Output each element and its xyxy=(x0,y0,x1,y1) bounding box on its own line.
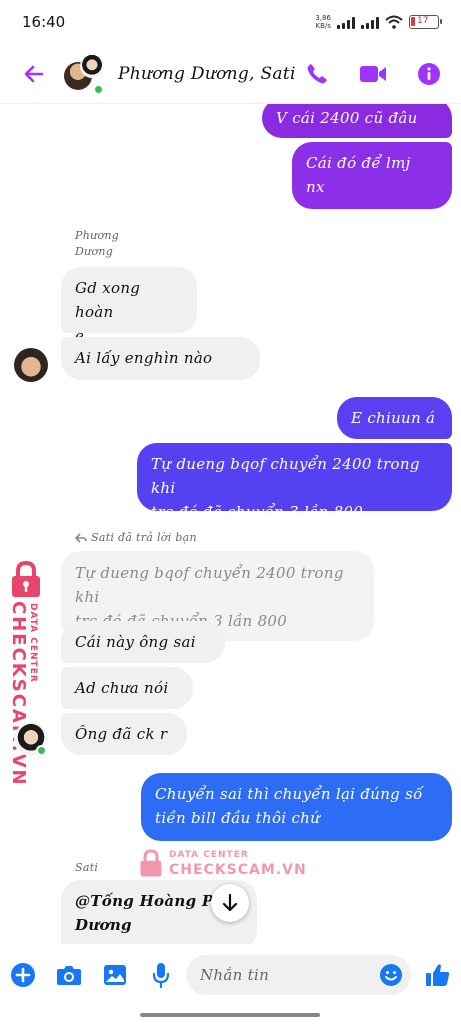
message-text: V cái 2400 cũ đâu xyxy=(276,109,418,127)
sender-avatar[interactable] xyxy=(14,348,48,382)
group-avatar[interactable] xyxy=(62,52,106,96)
status-icons: 3,86 KB/s 17 xyxy=(315,14,442,30)
message-bubble-outgoing[interactable]: Cái đó để lmj nx xyxy=(292,142,452,209)
message-text: Cái đó để lmj xyxy=(306,154,411,172)
message-text: Cái này ông sai xyxy=(75,633,196,651)
lock-icon xyxy=(12,560,40,597)
sender-name: Sati xyxy=(75,861,99,874)
message-bubble-incoming[interactable]: Ad chưa nói xyxy=(61,667,193,709)
message-bubble-outgoing[interactable]: Chuyển sai thì chuyển lại đúng số tiền b… xyxy=(141,773,452,841)
signal-icon xyxy=(337,16,355,29)
wifi-icon xyxy=(385,15,403,29)
phone-call-icon[interactable] xyxy=(305,62,329,86)
message-text: Chuyển sai thì chuyển lại đúng số xyxy=(155,785,423,803)
gallery-button[interactable] xyxy=(92,964,138,986)
message-bubble-outgoing[interactable]: E chiuun á xyxy=(337,397,452,439)
like-button[interactable] xyxy=(415,962,461,988)
message-composer: Nhắn tin xyxy=(0,946,461,1004)
chat-title[interactable]: Phương Dương, Sati xyxy=(118,64,305,84)
message-input-placeholder: Nhắn tin xyxy=(200,966,270,984)
message-text: Ai lấy enghìn nào xyxy=(75,349,213,367)
reply-arrow-icon xyxy=(75,533,87,543)
camera-icon xyxy=(57,966,81,985)
online-indicator xyxy=(93,83,104,95)
watermark-brand: CHECKSCAM.VN xyxy=(8,601,29,787)
message-text: tiền bill đầu thôi chứ xyxy=(155,809,321,827)
scroll-to-bottom-button[interactable] xyxy=(211,884,249,922)
watermark-label: DATA CENTER xyxy=(28,603,38,683)
more-actions-button[interactable] xyxy=(0,962,46,988)
net-speed: 3,86 KB/s xyxy=(315,14,331,30)
message-input[interactable]: Nhắn tin xyxy=(186,955,411,995)
net-speed-unit: KB/s xyxy=(315,22,331,30)
thumbs-up-icon xyxy=(426,964,450,986)
net-speed-value: 3,86 xyxy=(315,14,331,22)
quoted-text: Tự dueng bqof chuyển 2400 trong khi xyxy=(75,564,344,606)
message-bubble-incoming[interactable]: Ai lấy enghìn nào xyxy=(61,337,260,380)
lock-icon xyxy=(140,849,162,877)
image-icon xyxy=(104,965,126,985)
message-bubble-outgoing[interactable]: V cái 2400 cũ đâu xyxy=(262,104,452,138)
status-time: 16:40 xyxy=(22,13,66,31)
home-indicator[interactable] xyxy=(140,1013,320,1017)
arrow-down-icon xyxy=(222,894,238,912)
battery-icon: 17 xyxy=(409,15,442,29)
voice-button[interactable] xyxy=(138,962,184,988)
sender-name: Phương Dương xyxy=(75,229,120,258)
message-text: Tự dueng bqof chuyển 2400 trong khi xyxy=(151,455,420,497)
message-text: E chiuun á xyxy=(351,409,436,427)
message-bubble-incoming[interactable]: Cái này ông sai xyxy=(61,621,225,663)
camera-button[interactable] xyxy=(46,964,92,986)
message-text: Ad chưa nói xyxy=(75,679,169,697)
microphone-icon xyxy=(152,963,170,988)
back-button[interactable] xyxy=(14,54,54,94)
plus-circle-icon xyxy=(11,963,35,987)
message-text: nx xyxy=(306,178,325,196)
status-bar: 16:40 3,86 KB/s 17 xyxy=(0,0,461,44)
chat-header: Phương Dương, Sati xyxy=(0,44,461,104)
reply-indicator: Sati đã trả lời bạn xyxy=(75,530,197,546)
reply-label: Sati đã trả lời bạn xyxy=(91,531,197,544)
avatar-member-2 xyxy=(80,53,104,78)
online-indicator xyxy=(36,745,47,756)
signal-icon-2 xyxy=(361,16,379,29)
watermark-checkscam-side: DATA CENTER CHECKSCAM.VN xyxy=(6,559,50,787)
info-icon[interactable] xyxy=(417,62,441,86)
message-text: Ông đã ck r xyxy=(75,725,168,743)
message-bubble-incoming[interactable]: Ông đã ck r xyxy=(61,713,187,755)
message-bubble-incoming[interactable]: Gd xong hoàn e xyxy=(61,267,197,345)
watermark-brand: CHECKSCAM.VN xyxy=(169,862,307,878)
back-arrow-icon xyxy=(24,65,44,82)
message-bubble-outgoing[interactable]: Tự dueng bqof chuyển 2400 trong khi trc … xyxy=(137,443,452,521)
battery-level: 17 xyxy=(417,16,429,26)
video-call-icon[interactable] xyxy=(359,63,387,85)
message-list[interactable]: V cái 2400 cũ đâu Cái đó để lmj nx Phươn… xyxy=(0,104,461,944)
watermark-label: DATA CENTER xyxy=(169,850,249,860)
message-text: Gd xong hoàn xyxy=(75,279,141,321)
emoji-icon[interactable] xyxy=(379,963,403,987)
message-text: trc đó đã chuyển 3 lần 800 xyxy=(151,503,364,521)
